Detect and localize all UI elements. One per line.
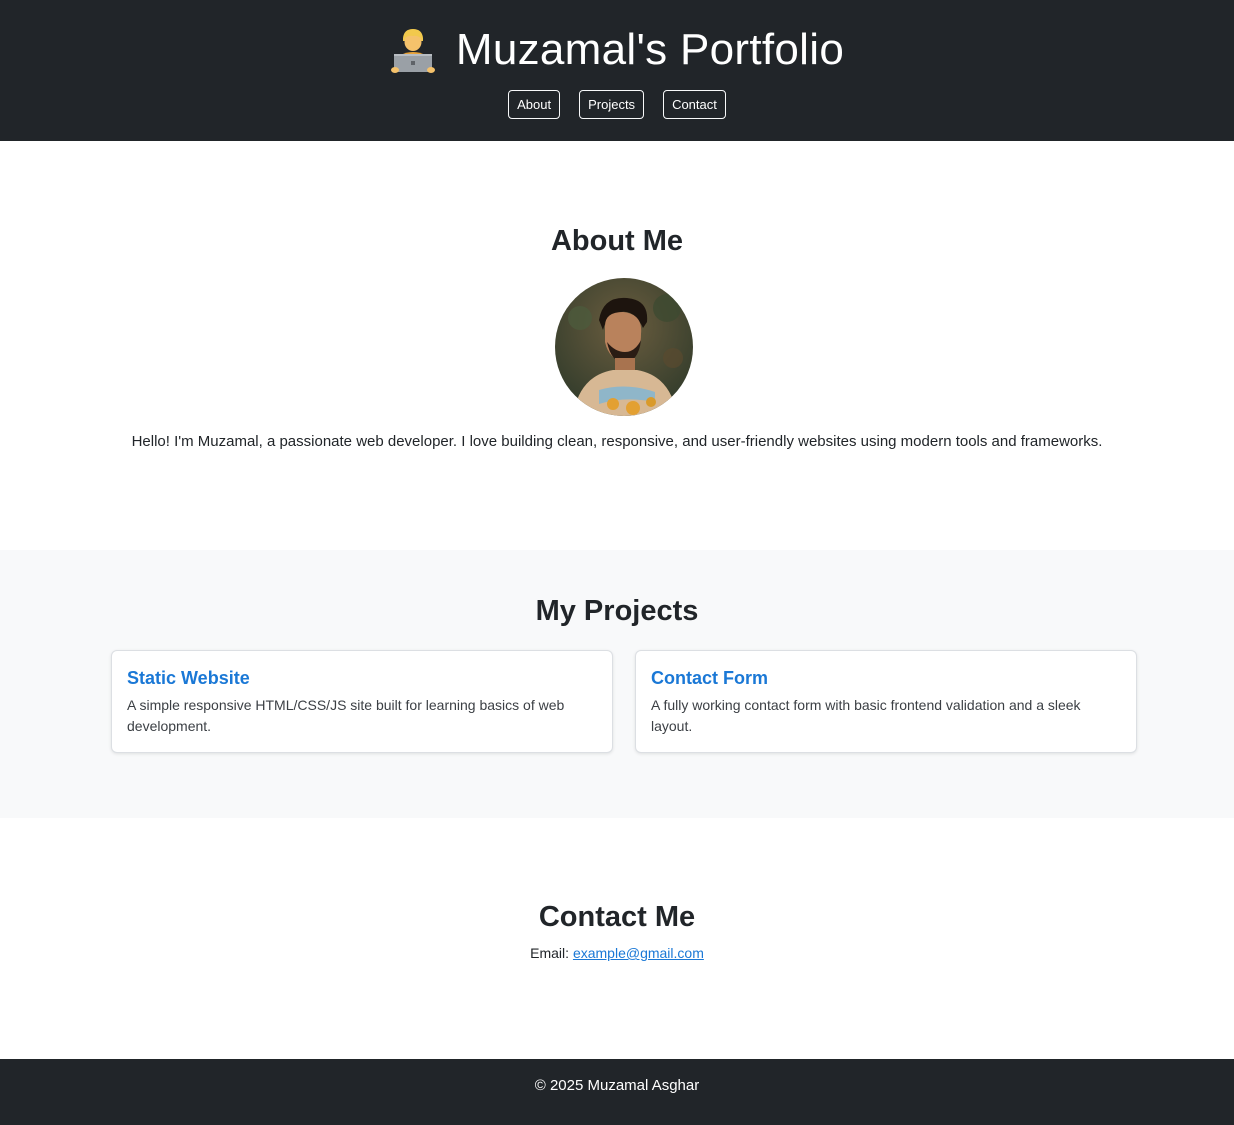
about-heading: About Me xyxy=(550,225,684,257)
email-link[interactable]: example@gmail.com xyxy=(573,945,704,961)
title-row: Muzamal's Portfolio xyxy=(0,24,1234,76)
site-footer: © 2025 Muzamal Asghar xyxy=(0,1059,1234,1125)
contact-email-line: Email: example@gmail.com xyxy=(0,945,1234,961)
project-card-description: A fully working contact form with basic … xyxy=(651,697,1081,734)
project-card-static-website: Static Website A simple responsive HTML/… xyxy=(111,650,613,753)
email-label: Email: xyxy=(530,945,573,961)
contact-section: Contact Me Email: example@gmail.com xyxy=(0,818,1234,1059)
nav-contact-button[interactable]: Contact xyxy=(663,90,726,119)
nav-about-button[interactable]: About xyxy=(508,90,561,119)
projects-section: My Projects Static Website A simple resp… xyxy=(0,550,1234,818)
about-text: Hello! I'm Muzamal, a passionate web dev… xyxy=(131,433,1103,450)
contact-heading: Contact Me xyxy=(538,901,696,933)
main-nav: About Projects Contact xyxy=(0,90,1234,119)
project-card-title: Static Website xyxy=(127,668,250,688)
about-section: About Me Hello! I'm Muzamal, a passionat… xyxy=(0,141,1234,550)
project-card-contact-form: Contact Form A fully working contact for… xyxy=(635,650,1137,753)
projects-heading: My Projects xyxy=(535,595,699,627)
project-card-title: Contact Form xyxy=(651,668,768,688)
technologist-emoji-icon xyxy=(390,26,436,74)
nav-projects-button[interactable]: Projects xyxy=(579,90,645,119)
avatar xyxy=(555,278,693,416)
site-title: Muzamal's Portfolio xyxy=(455,25,845,74)
footer-copyright: © 2025 Muzamal Asghar xyxy=(534,1077,700,1094)
site-header: Muzamal's Portfolio About Projects Conta… xyxy=(0,0,1234,141)
project-card-description: A simple responsive HTML/CSS/JS site bui… xyxy=(127,697,565,734)
